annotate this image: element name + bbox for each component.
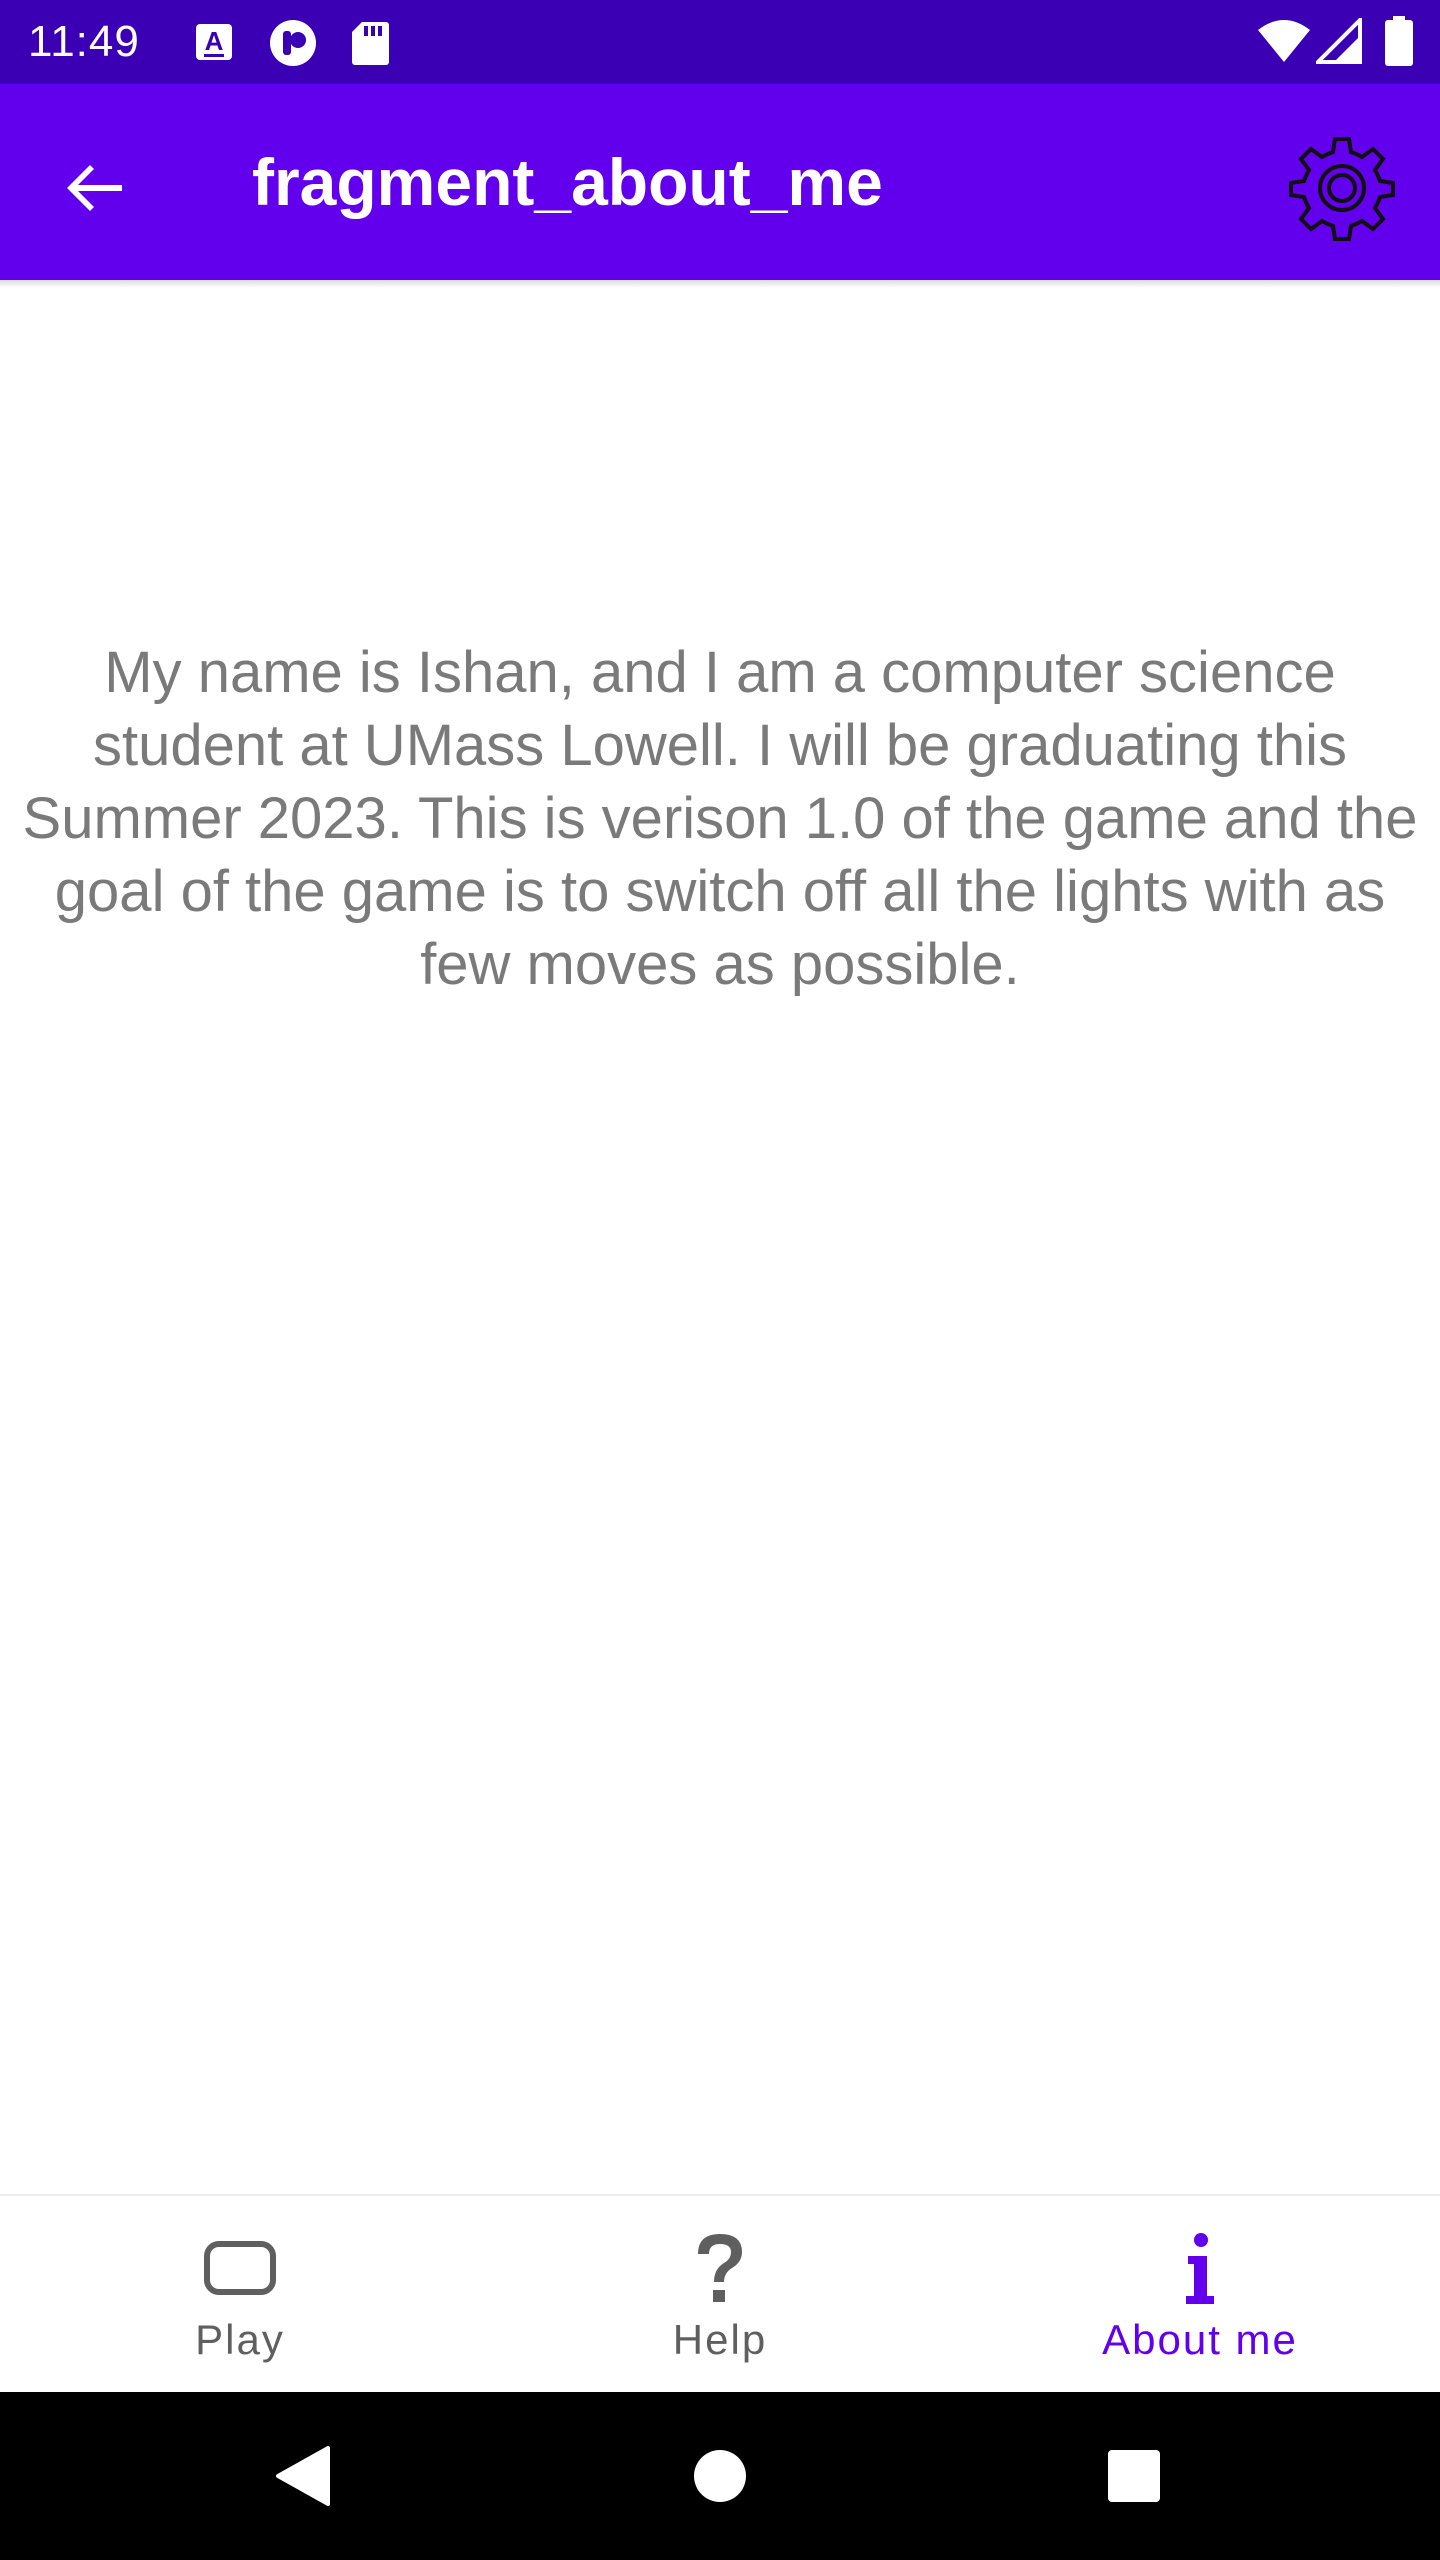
page-title: fragment_about_me: [252, 145, 883, 219]
nav-item-play[interactable]: Play: [0, 2196, 480, 2392]
app-bar: fragment_about_me: [0, 84, 1440, 280]
system-home-button[interactable]: [672, 2428, 768, 2524]
triangle-back-icon: [276, 2446, 330, 2506]
settings-button[interactable]: [1282, 128, 1402, 248]
battery-icon: [1384, 16, 1414, 66]
question-mark-icon: [480, 2232, 960, 2306]
autofill-icon: A: [194, 22, 234, 66]
nav-label-help: Help: [672, 2316, 768, 2363]
arrow-back-icon: [67, 165, 122, 211]
system-back-button[interactable]: [254, 2428, 350, 2524]
back-button[interactable]: [48, 140, 144, 236]
circle-home-icon: [694, 2450, 746, 2502]
system-recents-button[interactable]: [1086, 2428, 1182, 2524]
info-icon: [960, 2232, 1440, 2306]
bottom-navigation: Play Help About me: [0, 2194, 1440, 2392]
about-text: My name is Ishan, and I am a computer sc…: [22, 640, 1418, 997]
wifi-icon: [1256, 18, 1312, 62]
nav-label-about-me: About me: [1102, 2316, 1298, 2363]
app-bar-shadow: [0, 280, 1440, 288]
system-navigation-bar: [0, 2392, 1440, 2560]
gear-icon: [1289, 137, 1395, 241]
nav-item-about-me[interactable]: About me: [960, 2196, 1440, 2392]
nav-label-play: Play: [195, 2316, 285, 2363]
rounded-square-icon: [0, 2232, 480, 2306]
sd-card-icon: [350, 20, 390, 65]
media-icon: [268, 18, 318, 66]
nav-item-help[interactable]: Help: [480, 2196, 960, 2392]
signal-icon: [1313, 15, 1362, 64]
status-time: 11:49: [28, 17, 140, 66]
svg-text:A: A: [205, 26, 224, 56]
square-recents-icon: [1108, 2450, 1160, 2502]
status-bar: 11:49 A: [0, 0, 1440, 84]
